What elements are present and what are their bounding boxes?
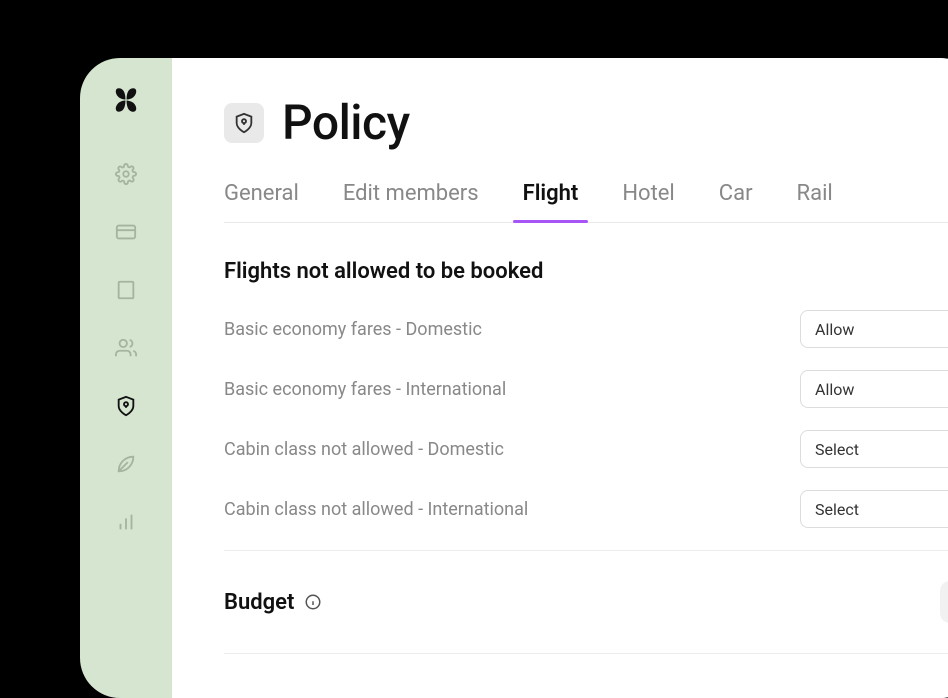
select-value: Allow [815, 380, 854, 399]
select-value: Allow [815, 320, 854, 339]
app-logo [112, 86, 140, 114]
tab-general[interactable]: General [224, 181, 299, 222]
tab-car[interactable]: Car [719, 181, 753, 222]
credit-card-icon[interactable] [108, 214, 144, 250]
building-icon[interactable] [108, 272, 144, 308]
field-label: Basic economy fares - International [224, 379, 506, 400]
select-cabin-class-domestic[interactable]: Select [800, 430, 948, 468]
flight-restrictions-section: Flights not allowed to be booked Basic e… [224, 223, 948, 654]
bar-chart-icon[interactable] [108, 504, 144, 540]
field-row: Cabin class not allowed - International … [224, 490, 948, 528]
field-row: Cabin class not allowed - Domestic Selec… [224, 430, 948, 468]
section-title: Flights not allowed to be booked [224, 259, 948, 284]
select-value: Select [815, 440, 859, 459]
shield-icon[interactable] [108, 388, 144, 424]
field-row: Basic economy fares - Domestic Allow [224, 310, 948, 348]
policy-shield-icon [224, 103, 264, 143]
leaf-icon[interactable] [108, 446, 144, 482]
field-label: Cabin class not allowed - Domestic [224, 439, 504, 460]
select-value: Select [815, 500, 859, 519]
field-label: Basic economy fares - Domestic [224, 319, 482, 340]
select-cabin-class-international[interactable]: Select [800, 490, 948, 528]
main-content: Policy General Edit members Flight Hotel… [172, 58, 948, 698]
tab-edit-members[interactable]: Edit members [343, 181, 479, 222]
field-label: Cabin class not allowed - International [224, 499, 528, 520]
page-header: Policy [224, 94, 948, 151]
budget-title: Budget [224, 590, 294, 615]
tab-flight[interactable]: Flight [523, 181, 579, 222]
app-window: Policy General Edit members Flight Hotel… [80, 58, 948, 698]
budget-action-button[interactable]: S [940, 581, 948, 623]
info-icon[interactable] [304, 593, 322, 611]
page-title: Policy [282, 94, 410, 151]
divider [224, 653, 948, 654]
sidebar [80, 58, 172, 698]
tab-bar: General Edit members Flight Hotel Car Ra… [224, 181, 948, 223]
select-basic-econ-international[interactable]: Allow [800, 370, 948, 408]
budget-title-row: Budget [224, 590, 322, 615]
field-row: Basic economy fares - International Allo… [224, 370, 948, 408]
select-basic-econ-domestic[interactable]: Allow [800, 310, 948, 348]
gear-icon[interactable] [108, 156, 144, 192]
users-icon[interactable] [108, 330, 144, 366]
tab-hotel[interactable]: Hotel [622, 181, 674, 222]
tab-rail[interactable]: Rail [797, 181, 833, 222]
budget-section: Budget S [224, 551, 948, 623]
